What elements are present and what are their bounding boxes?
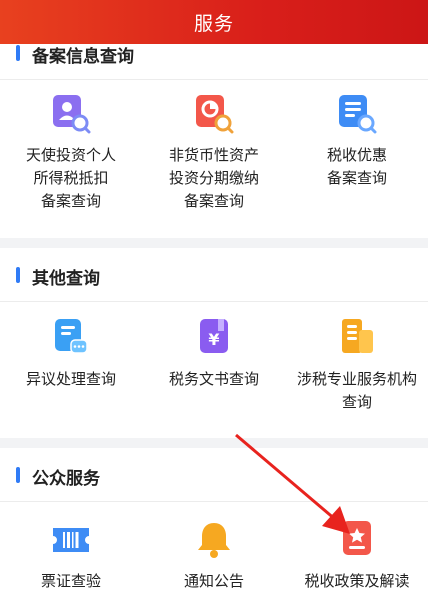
ticket-verification[interactable]: 票证查验 <box>0 520 142 593</box>
notice-announcement[interactable]: 通知公告 <box>143 520 285 593</box>
item-label: 税收政策及解读 <box>304 572 410 590</box>
non-monetary-asset-filing-query[interactable]: 非货币性资产 投资分期缴纳 备案查询 <box>143 94 285 213</box>
top-bar: 服务 <box>0 0 428 44</box>
section-header: 公众服务 <box>0 448 428 502</box>
item-label: 票证查验 <box>40 572 101 590</box>
chat-document-icon <box>51 318 91 358</box>
section-accent-bar <box>16 45 20 61</box>
item-label: 税收优惠 备案查询 <box>326 146 387 187</box>
page-title: 服务 <box>193 12 234 35</box>
person-search-icon <box>51 94 91 134</box>
tax-preference-filing-query[interactable]: 税收优惠 备案查询 <box>286 94 428 190</box>
section-title: 其他查询 <box>32 269 100 289</box>
document-search-icon <box>337 94 377 134</box>
item-label: 税务文书查询 <box>168 370 259 388</box>
section-title: 公众服务 <box>32 469 100 489</box>
building-icon <box>337 318 377 358</box>
section-filing-query: 备案信息查询 天使投资个人 所得税抵扣 备案查询 非货币性资产 投资分期缴纳 备 <box>0 26 428 238</box>
section-header: 其他查询 <box>0 248 428 302</box>
svg-text:¥: ¥ <box>208 330 219 349</box>
bell-icon <box>194 520 234 560</box>
ticket-barcode-icon <box>51 520 91 560</box>
section-public-service: 公众服务 票证查验 通知公告 税收政策及解读 <box>0 448 428 602</box>
objection-handling-query[interactable]: 异议处理查询 <box>0 318 142 391</box>
yuan-document-icon: ¥ <box>194 318 234 358</box>
pie-chart-search-icon <box>194 94 234 134</box>
item-label: 涉税专业服务机构 查询 <box>296 370 417 411</box>
tax-document-query[interactable]: ¥ 税务文书查询 <box>143 318 285 391</box>
item-label: 通知公告 <box>183 572 244 590</box>
section-accent-bar <box>16 267 20 283</box>
item-label: 非货币性资产 投资分期缴纳 备案查询 <box>168 146 259 210</box>
item-label: 异议处理查询 <box>25 370 116 388</box>
tax-policy-interpretation[interactable]: 税收政策及解读 <box>286 520 428 593</box>
angel-investment-filing-query[interactable]: 天使投资个人 所得税抵扣 备案查询 <box>0 94 142 213</box>
section-accent-bar <box>16 467 20 483</box>
star-document-icon <box>337 520 377 560</box>
section-title: 备案信息查询 <box>32 47 134 67</box>
tax-professional-service-query[interactable]: 涉税专业服务机构 查询 <box>286 318 428 414</box>
item-label: 天使投资个人 所得税抵扣 备案查询 <box>25 146 116 210</box>
section-other-query: 其他查询 异议处理查询 ¥ 税务文书查询 涉税专业服务机构 查询 <box>0 248 428 438</box>
